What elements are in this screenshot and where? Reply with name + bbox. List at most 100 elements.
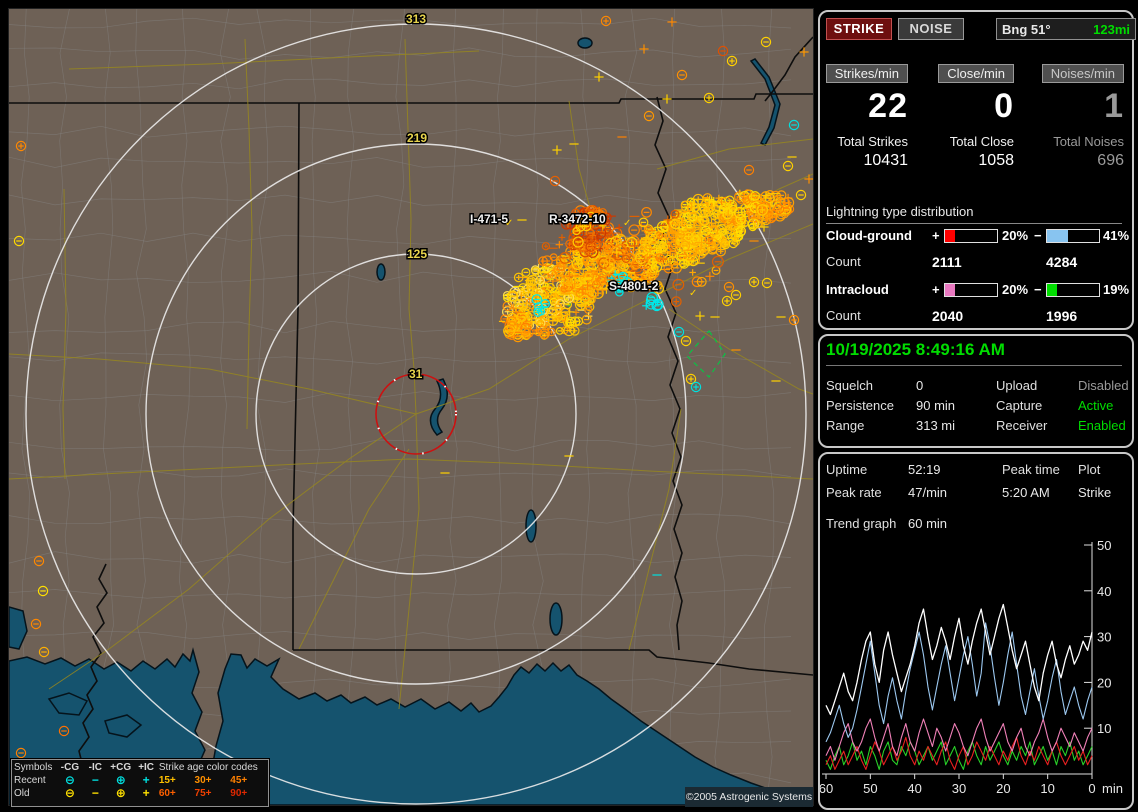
ic-minus-bar: [1046, 283, 1100, 297]
age-code: 90+: [230, 787, 266, 800]
legend-row-label: Recent: [14, 774, 57, 787]
storm-cell-label: I-471-5: [470, 212, 508, 226]
squelch-value: 0: [916, 378, 923, 393]
app-window: 31321912531 I-471-5R-3472-10S-4801-2✓✓✓ …: [0, 0, 1138, 812]
counters-panel: STRIKE NOISE Bng 51° 123mi Strikes/min 2…: [818, 10, 1134, 330]
y-tick-label: 40: [1097, 584, 1111, 599]
copyright-text: ©2005 Astrogenic Systems: [685, 787, 813, 807]
intracloud-label: Intracloud: [826, 282, 889, 297]
pos-ic-old-icon: +: [133, 787, 158, 800]
capture-value: Active: [1078, 398, 1113, 413]
ic-count-label: Count: [826, 308, 861, 323]
ic-minus-count: 1996: [1046, 308, 1077, 324]
minus-sign: −: [1034, 282, 1042, 297]
x-tick-label: 0: [1088, 781, 1095, 796]
ic-plus-fill: [945, 284, 955, 296]
age-code: 30+: [195, 774, 231, 787]
cg-plus-count: 2111: [932, 254, 962, 270]
x-tick-label: 30: [952, 781, 966, 796]
legend-row: Old⊖−⊕+60+75+90+: [14, 787, 266, 800]
y-tick-label: 50: [1097, 538, 1111, 553]
age-code: 60+: [159, 787, 195, 800]
x-tick-label: 50: [863, 781, 877, 796]
strikes-per-min-value: 22: [824, 87, 908, 126]
distribution-title: Lightning type distribution: [826, 204, 1122, 224]
legend-header-row: Symbols-CG-IC+CG+ICStrike age color code…: [14, 761, 266, 774]
legend-row-label: Old: [14, 787, 57, 800]
plus-sign: +: [932, 228, 940, 243]
x-axis-unit: min: [1102, 781, 1123, 796]
storm-cell-label: S-4801-2: [609, 279, 659, 293]
cg-plus-bar: [944, 229, 998, 243]
close-per-min-value: 0: [930, 87, 1014, 126]
close-stat-column: Close/min 0 Total Close 1058: [930, 64, 1014, 170]
neg-ic-old-icon: −: [83, 787, 108, 800]
noises-per-min-chip: Noises/min: [1042, 64, 1124, 83]
persistence-label: Persistence: [826, 398, 894, 413]
x-tick-label: 60: [820, 781, 833, 796]
range-label: Range: [826, 418, 864, 433]
symbol-legend: Symbols-CG-IC+CG+ICStrike age color code…: [11, 759, 269, 807]
legend-header: Symbols: [14, 761, 57, 774]
map-canvas[interactable]: 31321912531 I-471-5R-3472-10S-4801-2✓✓✓: [9, 9, 813, 805]
x-tick-label: 20: [996, 781, 1010, 796]
total-close-value: 1058: [930, 152, 1014, 170]
ic-plus-pct: 20%: [1002, 282, 1028, 297]
range-ring-label: 125: [407, 247, 427, 261]
receiver-value: Enabled: [1078, 418, 1126, 433]
uptime-label: Uptime: [826, 462, 867, 477]
age-code: 75+: [195, 787, 231, 800]
strikes-per-min-chip: Strikes/min: [826, 64, 908, 83]
total-strikes-label: Total Strikes: [824, 134, 908, 149]
status-panel: 10/19/2025 8:49:16 AM Squelch 0 Upload D…: [818, 334, 1134, 448]
y-tick-label: 10: [1097, 721, 1111, 736]
trend-graph: 50 40 30 20 10 60 50 40 30 20 10 0 min: [820, 534, 1132, 804]
datetime-display: 10/19/2025 8:49:16 AM: [826, 340, 1122, 366]
trend-graph-label: Trend graph: [826, 516, 896, 531]
plot-label: Plot: [1078, 462, 1100, 477]
trend-panel: Uptime 52:19 Peak time Plot Peak rate 47…: [818, 452, 1134, 810]
storm-check-mark: ✓: [505, 218, 513, 229]
cg-minus-count: 4284: [1046, 254, 1077, 270]
range-ring-label: 313: [406, 12, 426, 26]
age-code: 45+: [230, 774, 266, 787]
ic-minus-fill: [1047, 284, 1057, 296]
bearing-readout: Bng 51° 123mi: [996, 18, 1136, 40]
noise-button[interactable]: NOISE: [898, 18, 964, 40]
total-close-label: Total Close: [930, 134, 1014, 149]
receiver-label: Receiver: [996, 418, 1047, 433]
noises-per-min-value: 1: [1036, 87, 1124, 126]
capture-label: Capture: [996, 398, 1042, 413]
peak-rate-label: Peak rate: [826, 485, 882, 500]
lightning-map[interactable]: 31321912531 I-471-5R-3472-10S-4801-2✓✓✓ …: [8, 8, 814, 806]
cloud-ground-label: Cloud-ground: [826, 228, 912, 243]
range-ring-label: 31: [409, 367, 423, 381]
storm-check-mark: ✓: [689, 288, 697, 299]
legend-age-title: Strike age color codes: [159, 761, 266, 774]
trend-series-total: [826, 605, 1092, 715]
peak-time-value: 5:20 AM: [1002, 485, 1050, 500]
x-tick-label: 40: [907, 781, 921, 796]
plus-sign: +: [932, 282, 940, 297]
y-tick-label: 30: [1097, 630, 1111, 645]
cg-count-label: Count: [826, 254, 861, 269]
cg-plus-fill: [945, 230, 955, 242]
close-per-min-chip: Close/min: [938, 64, 1014, 83]
total-noises-label: Total Noises: [1036, 134, 1124, 149]
age-code: 15+: [159, 774, 195, 787]
total-strikes-value: 10431: [824, 152, 908, 170]
peak-rate-value: 47/min: [908, 485, 947, 500]
trend-series-pos_ic: [826, 719, 1092, 760]
x-tick-label: 10: [1040, 781, 1054, 796]
bearing-distance: 123mi: [1093, 22, 1130, 37]
uptime-value: 52:19: [908, 462, 941, 477]
persistence-value: 90 min: [916, 398, 955, 413]
strike-button[interactable]: STRIKE: [826, 18, 892, 40]
ic-minus-pct: 19%: [1103, 282, 1129, 297]
storm-cell-label: R-3472-10: [549, 212, 606, 226]
upload-value: Disabled: [1078, 378, 1129, 393]
range-ring-label: 219: [407, 131, 427, 145]
strikes-stat-column: Strikes/min 22 Total Strikes 10431: [824, 64, 908, 170]
y-tick-label: 20: [1097, 675, 1111, 690]
bearing-label: Bng 51°: [1002, 22, 1051, 37]
